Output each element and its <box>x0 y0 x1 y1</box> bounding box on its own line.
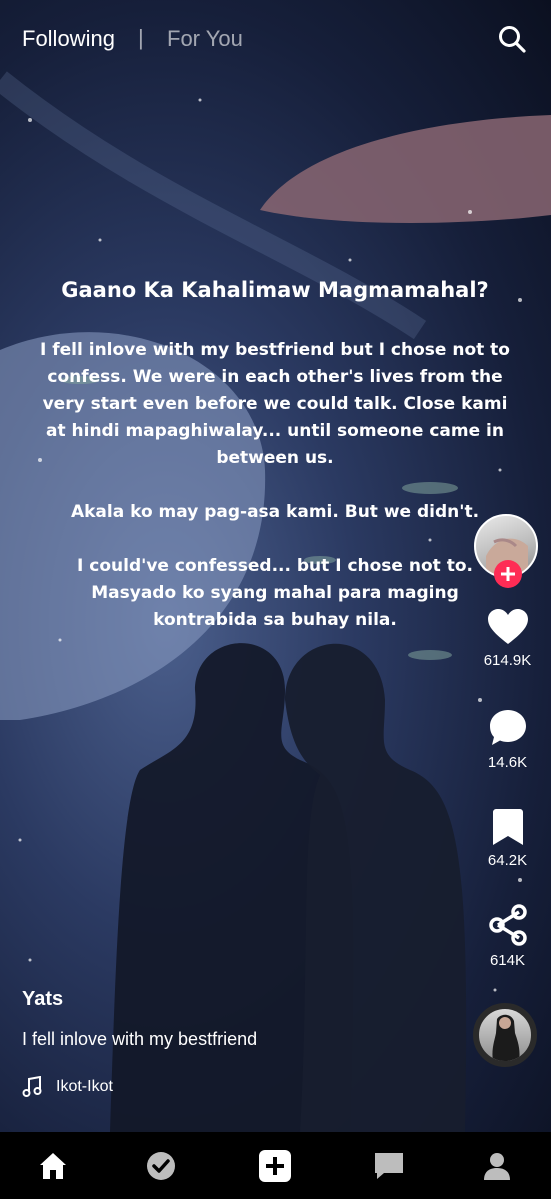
video-feed-screen: Following | For You Gaano Ka Kahalimaw M… <box>0 0 551 1199</box>
tab-following[interactable]: Following <box>22 26 115 52</box>
top-bar: Following | For You <box>0 0 551 80</box>
video-text-overlay: Gaano Ka Kahalimaw Magmamahal? I fell in… <box>40 275 510 661</box>
like-action[interactable]: 614.9K <box>470 608 545 669</box>
overlay-title: Gaano Ka Kahalimaw Magmamahal? <box>61 278 489 302</box>
sound-name[interactable]: Ikot-Ikot <box>56 1078 113 1096</box>
inbox-icon[interactable] <box>372 1149 406 1183</box>
save-count: 64.2K <box>487 852 528 869</box>
overlay-paragraph: Akala ko may pag-asa kami. But we didn't… <box>70 502 480 522</box>
home-icon[interactable] <box>36 1149 70 1183</box>
post-description: I fell inlove with my bestfriend <box>22 1029 258 1049</box>
search-icon[interactable] <box>497 24 527 54</box>
post-username[interactable]: Yats <box>22 988 257 1011</box>
music-note-icon <box>22 1076 42 1097</box>
share-count: 614K <box>489 952 526 969</box>
save-action[interactable]: 64.2K <box>470 808 545 869</box>
sound-disc[interactable] <box>473 1003 537 1067</box>
sound-cover-image <box>492 1014 520 1061</box>
comment-icon[interactable] <box>488 708 528 748</box>
comment-count: 14.6K <box>487 754 528 771</box>
profile-icon[interactable] <box>480 1149 514 1183</box>
overlay-paragraph: I could've confessed... but I chose not … <box>77 556 473 630</box>
create-icon[interactable] <box>258 1149 292 1183</box>
tab-separator: | <box>138 25 144 50</box>
share-icon[interactable] <box>488 904 528 946</box>
overlay-paragraph: I fell inlove with my bestfriend but I c… <box>40 340 510 468</box>
post-caption: Yats I fell inlove with my bestfriend <box>22 988 257 1050</box>
like-count: 614.9K <box>483 652 532 669</box>
bookmark-icon[interactable] <box>492 808 524 846</box>
plus-icon <box>501 567 515 581</box>
follow-button[interactable] <box>494 560 522 588</box>
sound-info[interactable]: Ikot-Ikot <box>22 1076 113 1098</box>
heart-icon[interactable] <box>487 608 529 646</box>
tab-for-you[interactable]: For You <box>167 26 243 52</box>
bottom-navigation <box>0 1132 551 1199</box>
share-action[interactable]: 614K <box>470 904 545 969</box>
comment-action[interactable]: 14.6K <box>470 708 545 771</box>
check-circle-icon[interactable] <box>144 1149 178 1183</box>
